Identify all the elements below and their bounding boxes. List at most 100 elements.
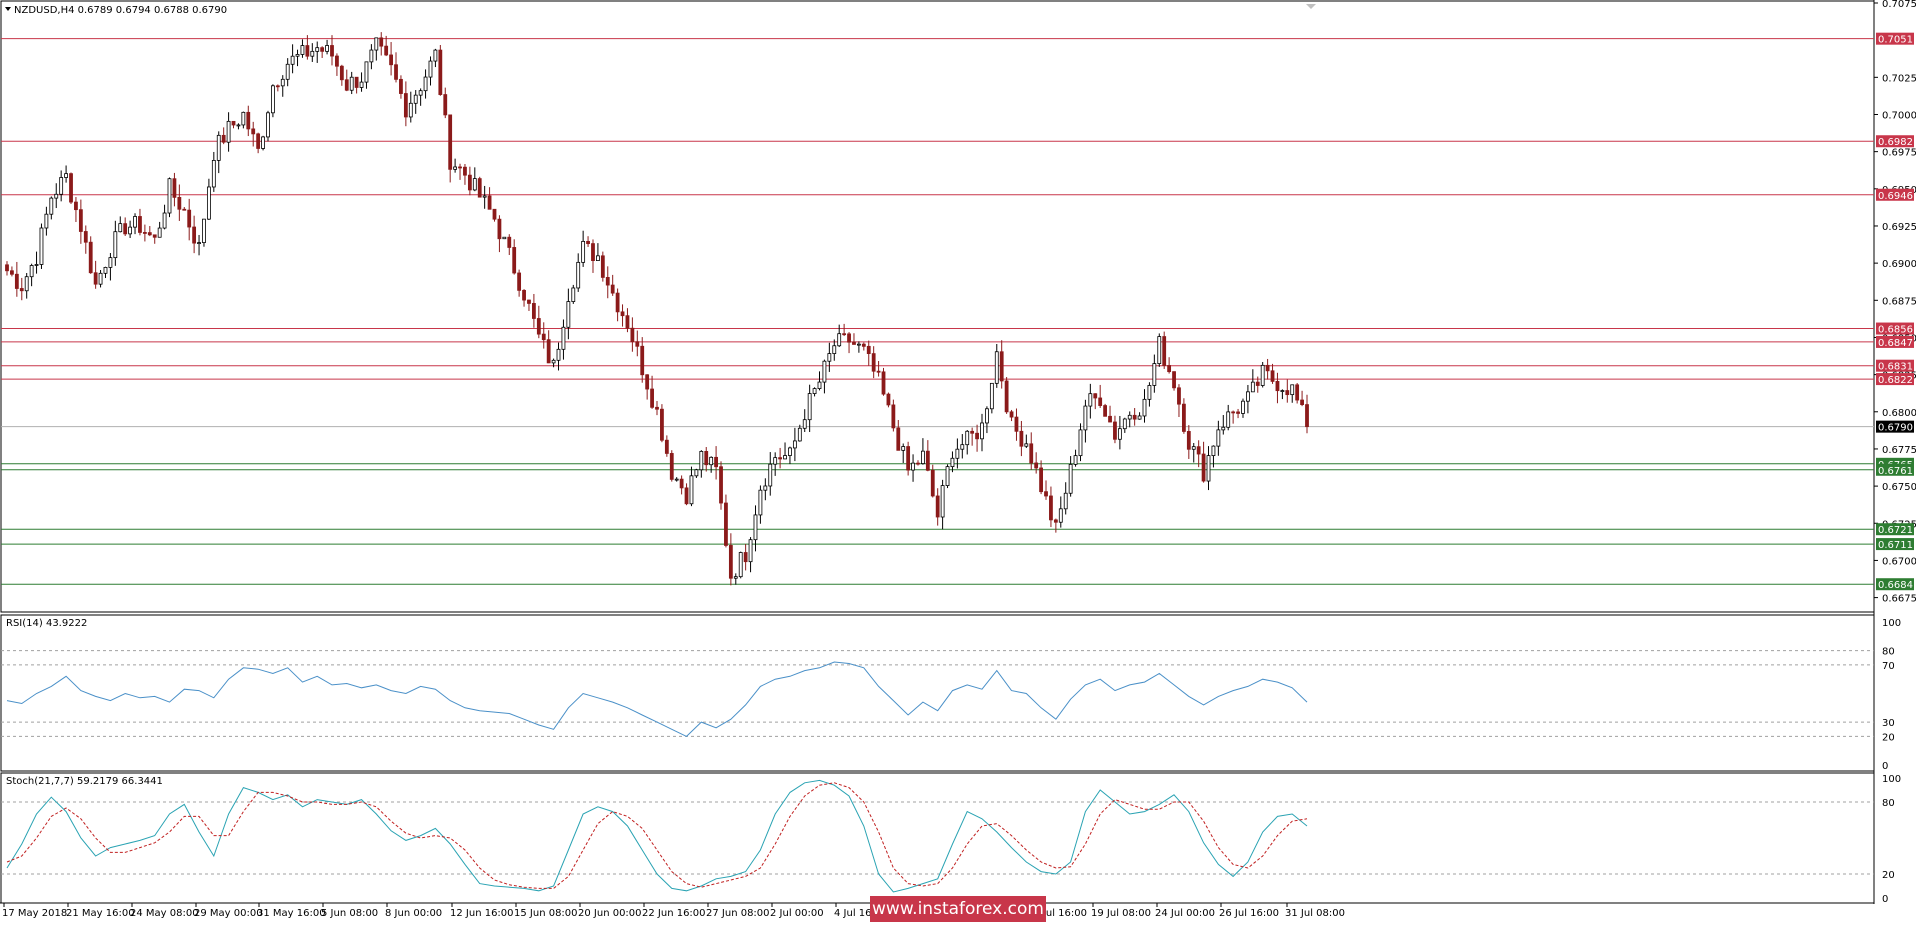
level-tag-label: 0.6946 [1878,191,1913,202]
candle-body [108,257,113,268]
candle-body [674,478,679,481]
candle-body [113,231,118,259]
candle-body [704,451,709,466]
candle-body [384,45,389,56]
candle-body [142,232,147,234]
candle-body [359,81,364,88]
chart-terminal: 0.70750.70250.70000.69750.69500.69250.69… [0,0,1916,924]
time-tick-label: 5 Jun 08:00 [321,908,378,919]
time-axis: 17 May 201821 May 16:0024 May 08:0029 Ma… [2,903,1345,919]
candle-body [98,272,103,285]
candle-body [1290,384,1295,396]
time-tick-label: 31 May 16:00 [257,908,326,919]
candle-body [354,76,359,88]
candle-body [1004,380,1009,413]
candle-body [1117,428,1122,440]
candle-body [605,277,610,286]
candle-body [133,216,137,228]
candle-body [157,227,162,238]
price-tick-label: 0.6900 [1882,259,1916,270]
candle-body [891,404,896,429]
candle-body [861,343,866,347]
candle-body [911,462,915,471]
candle-body [640,345,645,376]
candle-body [19,288,24,292]
time-tick-label: 15 Jun 08:00 [514,908,578,919]
candle-body [123,223,128,235]
price-tick-label: 0.7075 [1882,0,1916,10]
candle-body [522,289,526,301]
oscillator-tick-label: 0 [1882,761,1888,772]
candle-body [728,545,733,579]
price-tick-label: 0.6700 [1882,556,1916,567]
candle-body [433,49,438,62]
candle-body [945,466,950,486]
candle-body [1260,364,1265,386]
candle-body [88,241,93,274]
price-tick-label: 0.6675 [1882,594,1916,605]
candle-body [1265,364,1270,372]
candle-body [1172,371,1176,389]
candle-body [694,469,699,477]
time-tick-label: 19 Jul 08:00 [1091,908,1151,919]
candle-body [310,50,315,57]
candle-body [802,419,807,429]
candle-body [822,360,827,383]
candle-body [536,318,541,335]
candle-body [477,178,482,198]
time-tick-label: 29 May 00:00 [194,908,263,919]
candle-body [1014,416,1019,432]
candle-body [1270,370,1275,382]
candle-body [684,487,689,505]
oscillator-tick-label: 70 [1882,661,1895,672]
candle-body [408,102,413,118]
time-tick-label: 20 Jun 00:00 [578,908,642,919]
price-tick-label: 0.7000 [1882,110,1916,121]
time-tick-label: 27 Jun 08:00 [706,908,770,919]
candle-body [664,439,669,454]
time-tick-label: 26 Jul 16:00 [1219,908,1279,919]
candle-body [1181,403,1186,432]
candle-body [596,255,600,262]
candle-body [182,208,187,211]
price-tick-label: 0.6975 [1882,148,1916,159]
candle-body [492,208,497,220]
candle-body [1250,381,1255,393]
candle-body [950,457,955,468]
candle-body [778,457,783,460]
level-tag-label: 0.6847 [1878,338,1913,349]
candle-body [817,381,822,389]
candle-body [167,178,172,214]
candle-body [989,382,994,410]
candle-body [748,539,753,563]
candle-body [733,576,738,579]
candle-body [620,311,625,317]
candle-body [1196,446,1201,455]
candle-body [940,485,945,518]
candle-body [970,430,975,434]
candle-body [1152,363,1157,386]
candle-body [1142,398,1147,417]
candle-body [635,341,640,347]
candle-body [866,345,871,355]
candle-body [586,240,590,245]
symbol-dropdown-icon[interactable] [5,7,11,11]
candle-body [881,371,886,395]
candle-body [147,232,152,236]
price-tick-label: 0.7025 [1882,73,1916,84]
candle-body [369,49,374,63]
candle-body [34,264,39,266]
time-tick-label: 8 Jun 00:00 [385,908,442,919]
candle-body [980,422,984,440]
candle-body [724,502,728,546]
candle-body [246,111,251,130]
oscillator-tick-label: 100 [1882,618,1901,629]
level-tag-label: 0.6856 [1878,325,1913,336]
candle-body [206,186,211,220]
level-tag-label: 0.6711 [1878,540,1913,551]
candle-body [1206,455,1211,482]
candle-body [600,255,605,278]
candle-body [325,45,329,52]
chart-canvas[interactable]: 0.70750.70250.70000.69750.69500.69250.69… [0,0,1916,924]
candle-body [428,60,433,78]
